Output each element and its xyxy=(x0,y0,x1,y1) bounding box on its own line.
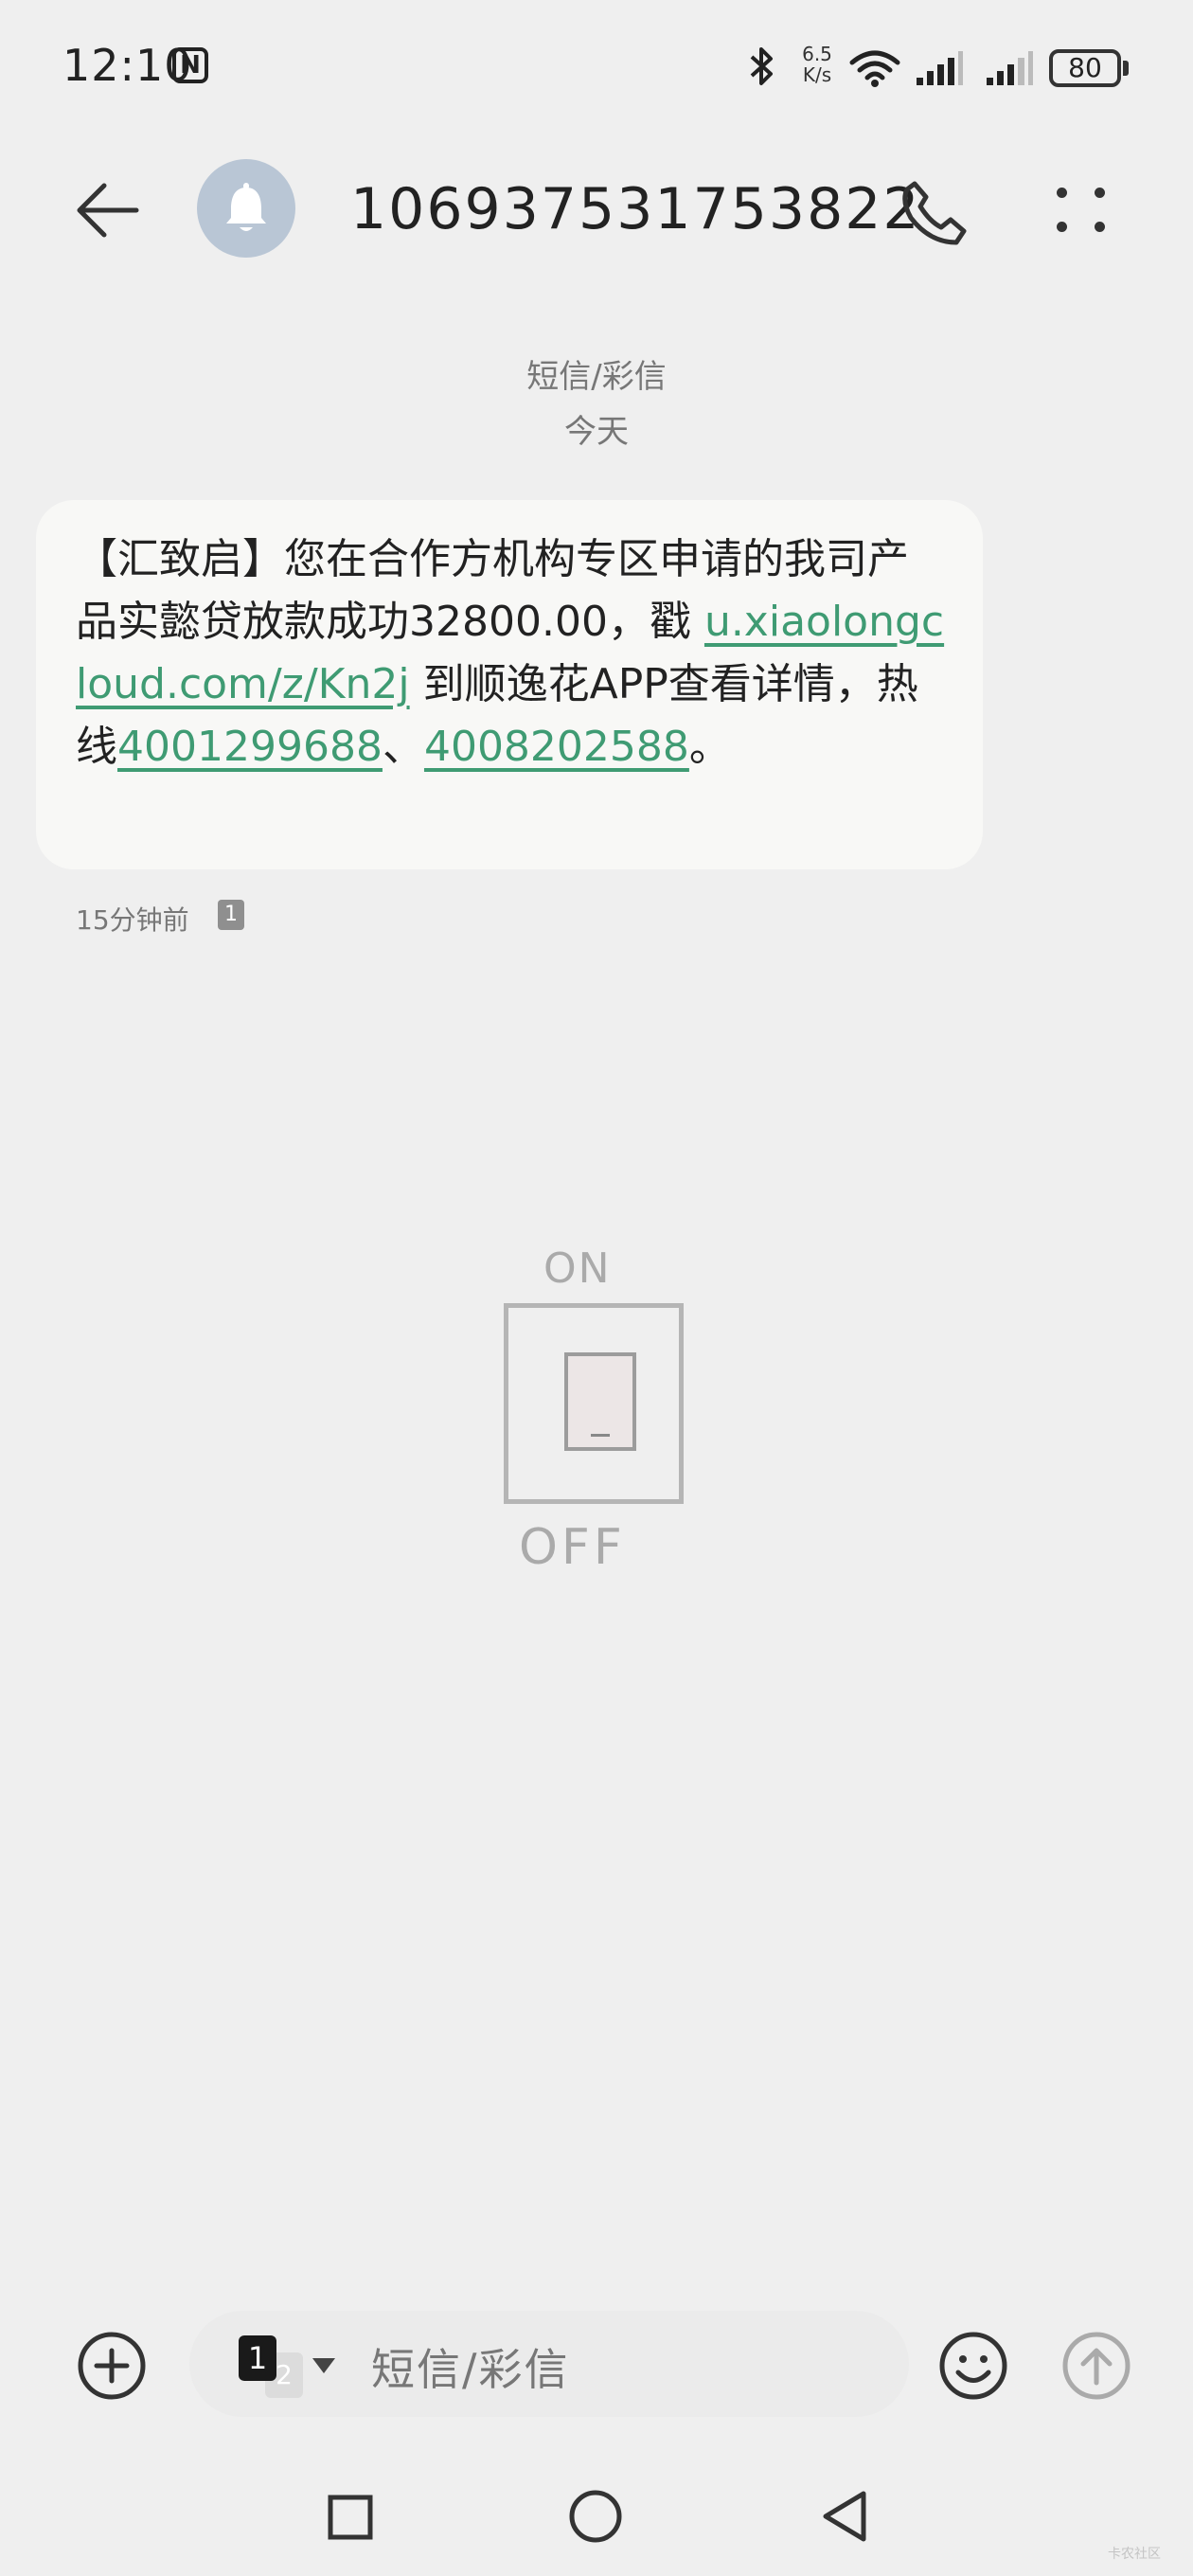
bluetooth-icon xyxy=(748,45,776,91)
home-icon[interactable] xyxy=(568,2489,623,2548)
phone-call-icon[interactable] xyxy=(898,176,970,252)
message-time: 15分钟前 xyxy=(76,904,189,936)
conversation-title: 106937531753822 xyxy=(350,176,921,242)
add-attachment-icon[interactable] xyxy=(76,2330,148,2406)
signal-sim1-icon xyxy=(915,49,964,91)
switch-on-label: ON xyxy=(543,1244,612,1293)
wifi-icon xyxy=(848,49,901,91)
switch-off-label: OFF xyxy=(519,1519,626,1576)
message-type-label: 短信/彩信 xyxy=(526,358,667,396)
hotline-number-2[interactable]: 4008202588 xyxy=(424,723,689,771)
emoji-icon[interactable] xyxy=(937,2330,1009,2406)
sim-select-caret-icon[interactable] xyxy=(312,2358,335,2373)
message-text-part: 、 xyxy=(382,723,424,771)
watermark: 卡农社区 xyxy=(1108,2547,1161,2562)
hotline-number-1[interactable]: 4001299688 xyxy=(117,723,383,771)
light-switch-mark xyxy=(591,1434,610,1437)
network-speed-value: 6.5 xyxy=(802,43,832,65)
sim-1-icon[interactable]: 1 xyxy=(239,2335,276,2381)
nfc-icon: N xyxy=(172,47,208,83)
send-icon[interactable] xyxy=(1060,2330,1132,2406)
nav-back-icon[interactable] xyxy=(818,2489,871,2548)
network-speed: 6.5 K/s xyxy=(793,44,841,85)
more-options-icon[interactable] xyxy=(1051,182,1108,239)
battery-tip xyxy=(1123,61,1129,76)
bell-icon xyxy=(226,183,266,231)
date-label: 今天 xyxy=(564,413,629,451)
sim-badge: 1 xyxy=(218,900,244,930)
contact-avatar[interactable] xyxy=(197,159,295,258)
recent-apps-icon[interactable] xyxy=(328,2495,373,2544)
back-arrow-icon[interactable] xyxy=(74,176,142,248)
signal-sim2-icon xyxy=(985,49,1034,91)
message-input-placeholder[interactable]: 短信/彩信 xyxy=(371,2335,570,2398)
message-text[interactable]: 【汇致启】您在合作方机构专区申请的我司产品实懿贷放款成功32800.00，戳 u… xyxy=(76,528,947,778)
battery-icon: 80 xyxy=(1049,49,1121,87)
message-text-part: 。 xyxy=(688,723,731,771)
network-speed-unit: K/s xyxy=(802,63,832,86)
